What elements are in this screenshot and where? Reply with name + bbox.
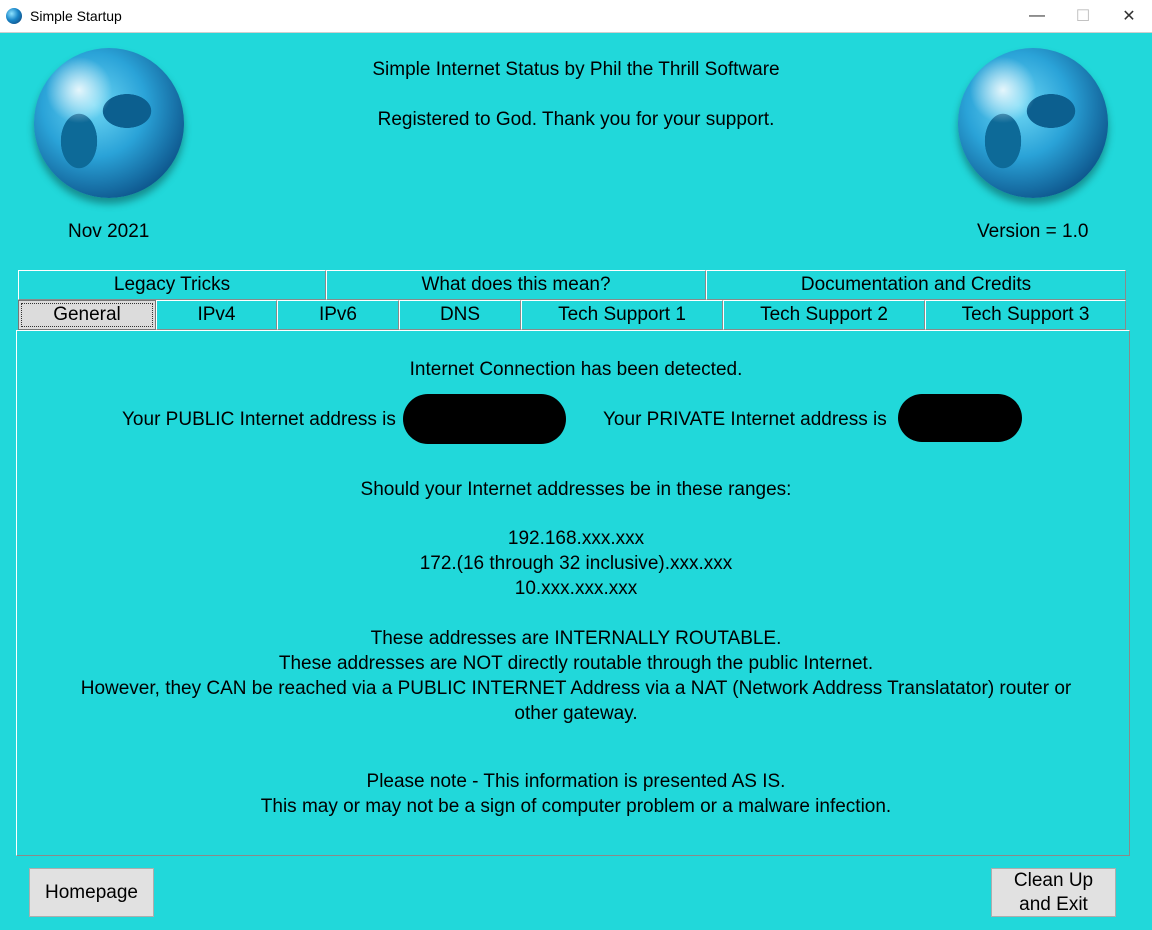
tab-documentation-credits[interactable]: Documentation and Credits bbox=[706, 270, 1126, 300]
tab-ipv4[interactable]: IPv4 bbox=[156, 300, 277, 330]
title-bar: Simple Startup — ☐ ✕ bbox=[0, 0, 1152, 33]
explain-line: These addresses are INTERNALLY ROUTABLE. bbox=[370, 628, 782, 649]
version-label: Version = 1.0 bbox=[977, 221, 1089, 242]
tab-tech-support-3[interactable]: Tech Support 3 bbox=[925, 300, 1126, 330]
exit-button-line-1: Clean Up bbox=[1013, 869, 1094, 891]
maximize-button[interactable]: ☐ bbox=[1060, 0, 1106, 32]
private-address-label: Your PRIVATE Internet address is bbox=[603, 409, 887, 430]
date-label: Nov 2021 bbox=[68, 221, 150, 242]
tab-tech-support-2[interactable]: Tech Support 2 bbox=[723, 300, 925, 330]
tab-dns[interactable]: DNS bbox=[399, 300, 521, 330]
homepage-button[interactable]: Homepage bbox=[29, 868, 154, 917]
ranges-intro: Should your Internet addresses be in the… bbox=[360, 479, 792, 500]
minimize-button[interactable]: — bbox=[1014, 0, 1060, 32]
range-item: 192.168.xxx.xxx bbox=[507, 528, 645, 549]
tab-row-1: Legacy Tricks What does this mean? Docum… bbox=[18, 270, 1126, 300]
explain-line: These addresses are NOT directly routabl… bbox=[278, 653, 874, 674]
tab-what-does-this-mean[interactable]: What does this mean? bbox=[326, 270, 706, 300]
tab-general[interactable]: General bbox=[18, 300, 156, 330]
window-title: Simple Startup bbox=[30, 8, 122, 24]
window-controls: — ☐ ✕ bbox=[1014, 0, 1152, 32]
explain-line: other gateway. bbox=[514, 703, 638, 724]
tab-tech-support-1[interactable]: Tech Support 1 bbox=[521, 300, 723, 330]
app-title: Simple Internet Status by Phil the Thril… bbox=[372, 59, 780, 80]
range-item: 10.xxx.xxx.xxx bbox=[514, 578, 638, 599]
tab-row-2: General IPv4 IPv6 DNS Tech Support 1 Tec… bbox=[18, 300, 1126, 330]
connection-status: Internet Connection has been detected. bbox=[409, 359, 743, 380]
range-item: 172.(16 through 32 inclusive).xxx.xxx bbox=[419, 553, 733, 574]
exit-button-line-2: and Exit bbox=[1019, 893, 1088, 915]
redacted-public-address bbox=[403, 394, 566, 444]
globe-app-icon bbox=[6, 8, 22, 24]
registration-text: Registered to God. Thank you for your su… bbox=[377, 109, 775, 130]
public-address-label: Your PUBLIC Internet address is bbox=[122, 409, 396, 430]
tab-legacy-tricks[interactable]: Legacy Tricks bbox=[18, 270, 326, 300]
clean-up-exit-button[interactable]: Clean Up and Exit bbox=[991, 868, 1116, 917]
note-line: This may or may not be a sign of compute… bbox=[260, 796, 892, 817]
note-line: Please note - This information is presen… bbox=[366, 771, 786, 792]
close-button[interactable]: ✕ bbox=[1106, 0, 1152, 32]
redacted-private-address bbox=[898, 394, 1022, 442]
tab-ipv6[interactable]: IPv6 bbox=[277, 300, 399, 330]
explain-line: However, they CAN be reached via a PUBLI… bbox=[80, 678, 1072, 699]
